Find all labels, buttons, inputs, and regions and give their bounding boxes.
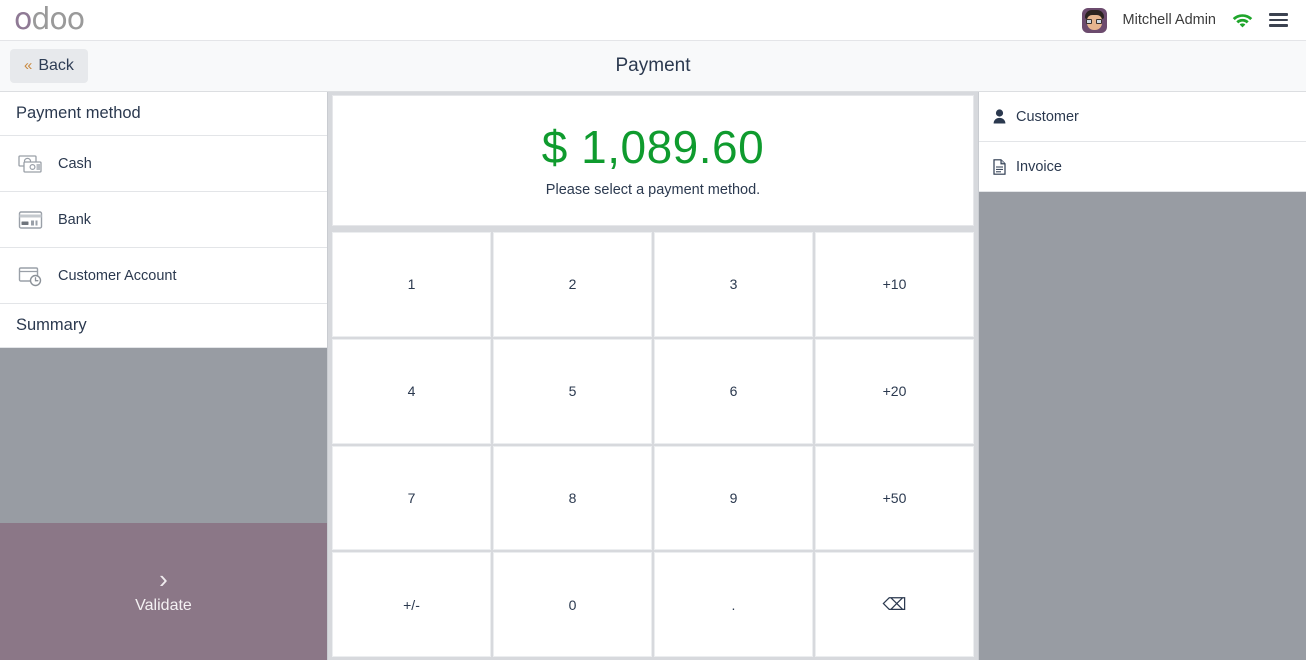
- pos-payment-screen: o doo Mitchell Admin « Back Payment Paym…: [0, 0, 1306, 660]
- numpad-key-2[interactable]: 2: [493, 232, 652, 337]
- right-sidebar-content-area: [979, 192, 1306, 660]
- numpad-key-1[interactable]: 1: [332, 232, 491, 337]
- payment-method-customer-account[interactable]: Customer Account: [0, 248, 327, 304]
- credit-card-icon: [18, 210, 43, 229]
- back-button[interactable]: « Back: [10, 49, 88, 83]
- validate-chevron-icon: ›: [159, 563, 168, 594]
- numpad-key-8[interactable]: 8: [493, 445, 652, 551]
- numpad-key-9[interactable]: 9: [654, 445, 813, 551]
- username-label: Mitchell Admin: [1122, 12, 1216, 28]
- cash-icon: [18, 154, 42, 173]
- user-avatar[interactable]: [1081, 7, 1107, 33]
- payment-method-header: Payment method: [0, 92, 327, 136]
- numpad: 1 2 3 +10 4 5 6 +20 7 8 9 +50 +/- 0 . ⌫: [332, 232, 974, 660]
- numpad-key-sign[interactable]: +/-: [332, 552, 491, 657]
- logo-rest: doo: [31, 2, 85, 37]
- numpad-key-plus-10[interactable]: +10: [815, 232, 974, 337]
- sub-header: « Back Payment: [0, 41, 1306, 92]
- numpad-key-plus-20[interactable]: +20: [815, 338, 974, 444]
- left-sidebar: Payment method Cash Bank Customer Accoun…: [0, 92, 328, 660]
- odoo-logo[interactable]: o doo: [14, 2, 85, 37]
- invoice-label: Invoice: [1016, 158, 1062, 175]
- amount-display-panel: $ 1,089.60 Please select a payment metho…: [332, 95, 974, 226]
- payment-method-label: Bank: [58, 211, 92, 228]
- avatar-glasses-right: [1095, 18, 1102, 24]
- hamburger-menu-icon[interactable]: [1269, 13, 1288, 27]
- hamburger-line: [1269, 18, 1288, 22]
- page-title: Payment: [615, 55, 691, 76]
- numpad-key-4[interactable]: 4: [332, 338, 491, 444]
- payment-hint-text: Please select a payment method.: [545, 181, 761, 198]
- numpad-key-6[interactable]: 6: [654, 338, 813, 444]
- main-body: Payment method Cash Bank Customer Accoun…: [0, 92, 1306, 660]
- top-bar: o doo Mitchell Admin: [0, 0, 1306, 41]
- numpad-key-decimal[interactable]: .: [654, 552, 813, 657]
- hamburger-line: [1269, 24, 1288, 27]
- numpad-key-plus-50[interactable]: +50: [815, 445, 974, 551]
- customer-account-icon: [18, 266, 42, 286]
- numpad-key-3[interactable]: 3: [654, 232, 813, 337]
- person-icon: [993, 109, 1006, 124]
- wifi-icon[interactable]: [1232, 12, 1253, 28]
- customer-label: Customer: [1016, 108, 1079, 125]
- amount-due-value: $ 1,089.60: [541, 120, 765, 173]
- back-button-label: Back: [38, 57, 74, 75]
- document-icon: [993, 158, 1006, 175]
- payment-method-cash[interactable]: Cash: [0, 136, 327, 192]
- numpad-key-5[interactable]: 5: [493, 338, 652, 444]
- back-chevron-icon: «: [24, 56, 33, 74]
- payment-method-bank[interactable]: Bank: [0, 192, 327, 248]
- numpad-key-7[interactable]: 7: [332, 445, 491, 551]
- validate-button-label: Validate: [135, 597, 192, 615]
- numpad-key-0[interactable]: 0: [493, 552, 652, 657]
- top-bar-right: Mitchell Admin: [1081, 7, 1288, 33]
- center-panel: $ 1,089.60 Please select a payment metho…: [328, 92, 978, 660]
- validate-button[interactable]: › Validate: [0, 523, 327, 660]
- payment-method-label: Customer Account: [58, 267, 177, 284]
- summary-header: Summary: [0, 304, 327, 348]
- logo-first-letter: o: [14, 2, 32, 37]
- summary-content-area: [0, 348, 327, 523]
- customer-row[interactable]: Customer: [979, 92, 1306, 142]
- right-sidebar: Customer Invoice: [978, 92, 1306, 660]
- invoice-row[interactable]: Invoice: [979, 142, 1306, 192]
- hamburger-line: [1269, 13, 1288, 16]
- payment-method-label: Cash: [58, 155, 92, 172]
- numpad-key-backspace[interactable]: ⌫: [815, 552, 974, 657]
- avatar-glasses-left: [1085, 18, 1092, 24]
